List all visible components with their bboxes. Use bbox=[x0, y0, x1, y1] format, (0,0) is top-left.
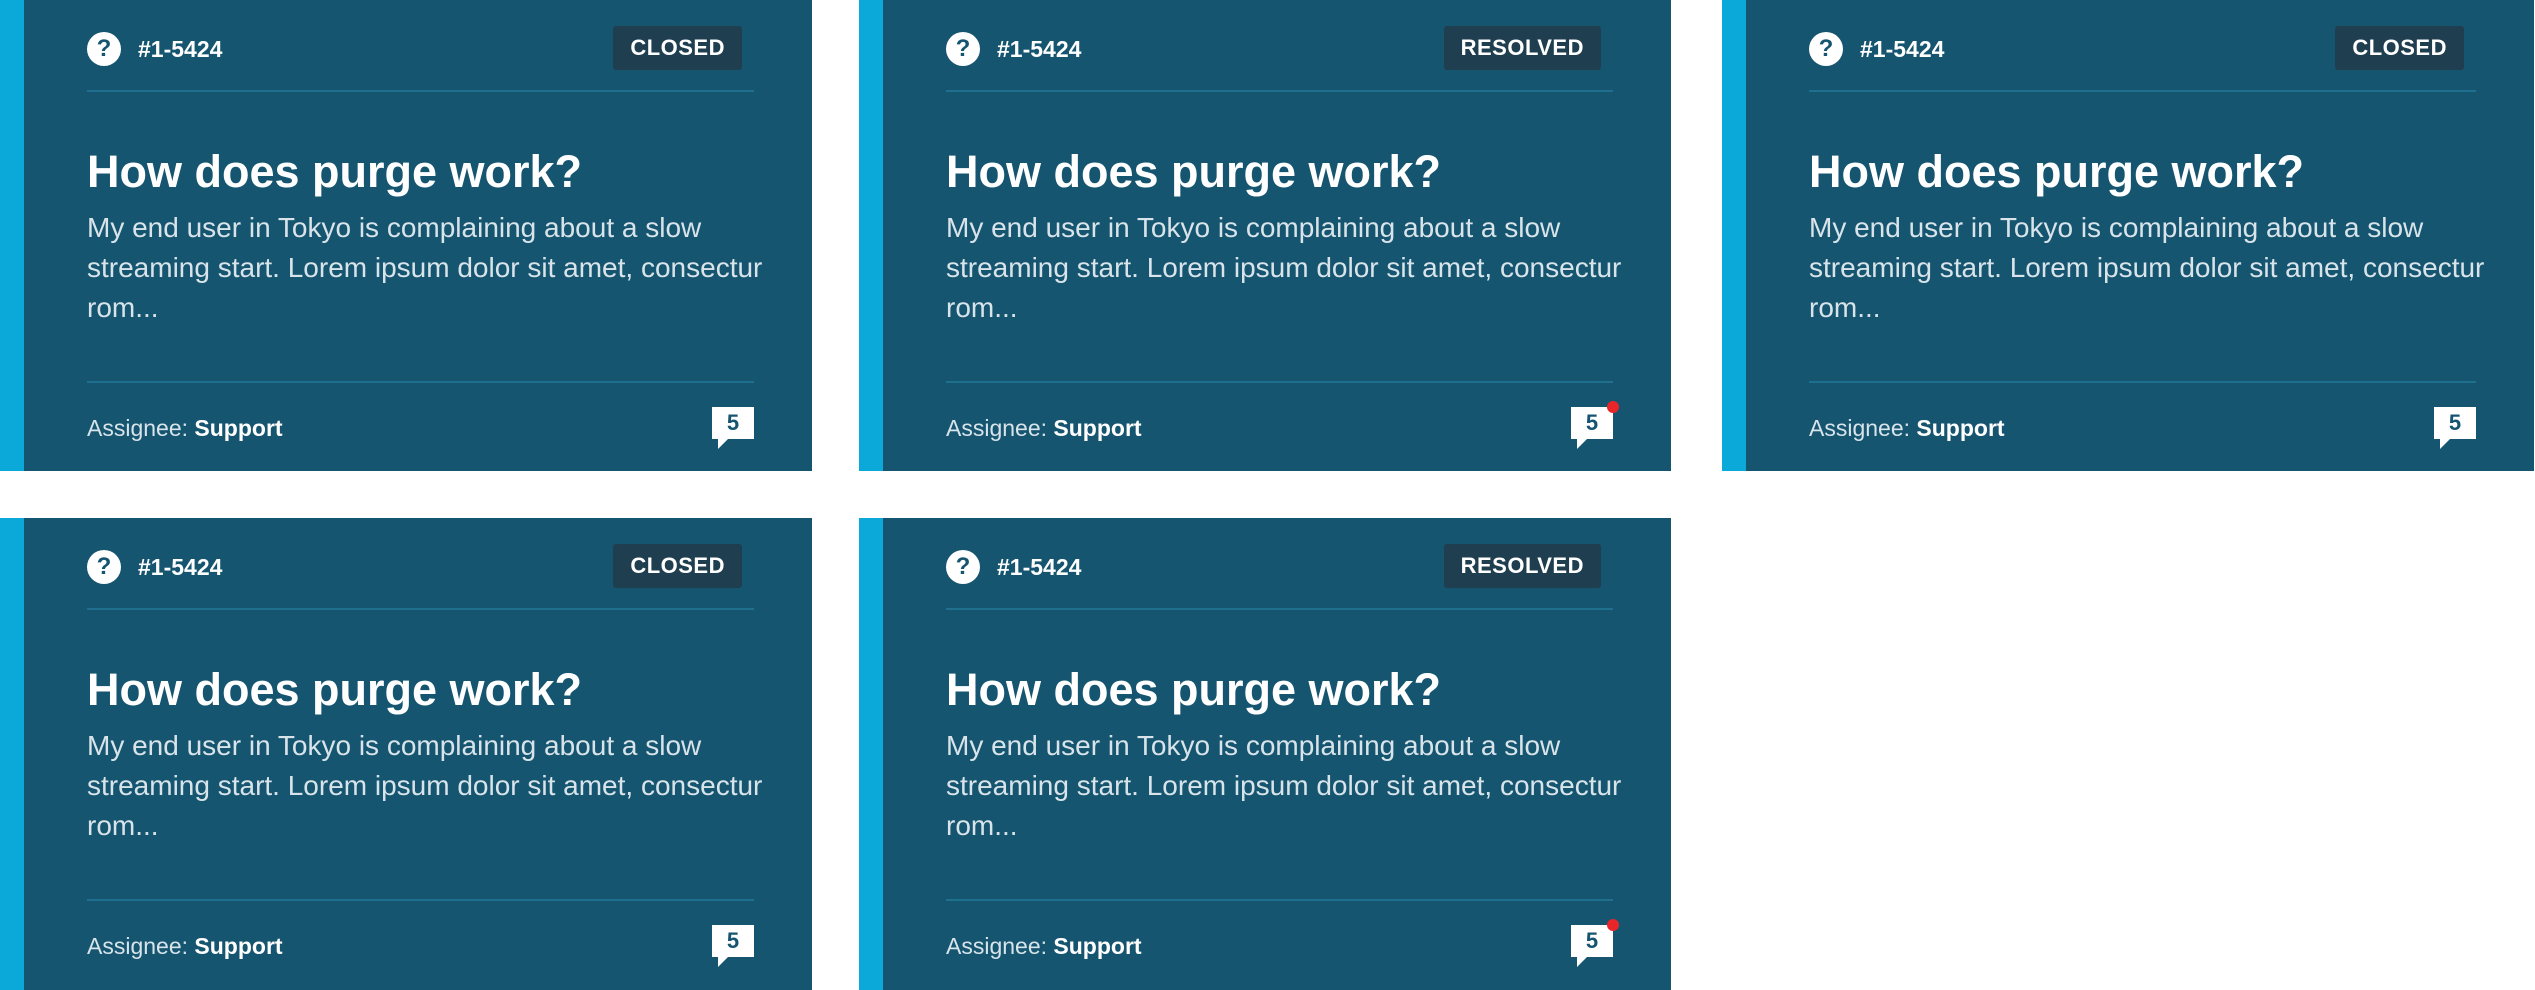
card-footer: Assignee: Support 5 bbox=[87, 381, 754, 471]
ticket-title[interactable]: How does purge work? bbox=[1809, 144, 2494, 200]
comment-bubble-icon[interactable]: 5 bbox=[712, 925, 754, 967]
ticket-description: My end user in Tokyo is complaining abou… bbox=[87, 730, 763, 841]
ticket-card-grid: ? #1-5424 CLOSED How does purge work? My… bbox=[0, 0, 2535, 990]
assignee-label: Assignee: bbox=[87, 415, 189, 441]
status-badge: RESOLVED bbox=[1443, 26, 1601, 70]
assignee-label: Assignee: bbox=[946, 933, 1048, 959]
ticket-id[interactable]: #1-5424 bbox=[138, 34, 222, 64]
ticket-title[interactable]: How does purge work? bbox=[946, 144, 1631, 200]
unread-dot-icon bbox=[1607, 401, 1619, 413]
assignee-label: Assignee: bbox=[946, 415, 1048, 441]
ticket-title[interactable]: How does purge work? bbox=[87, 144, 772, 200]
ticket-id[interactable]: #1-5424 bbox=[1860, 34, 1944, 64]
ticket-card[interactable]: ? #1-5424 RESOLVED How does purge work? … bbox=[859, 0, 1671, 471]
unread-dot-icon bbox=[1607, 919, 1619, 931]
question-circle-icon: ? bbox=[87, 550, 121, 584]
comment-count: 5 bbox=[726, 928, 740, 953]
card-accent-bar bbox=[859, 0, 883, 471]
ticket-description: My end user in Tokyo is complaining abou… bbox=[946, 212, 1622, 323]
assignee: Assignee: Support bbox=[946, 931, 1142, 961]
ticket-card[interactable]: ? #1-5424 CLOSED How does purge work? My… bbox=[0, 518, 812, 990]
status-badge: CLOSED bbox=[2335, 26, 2464, 70]
status-badge: CLOSED bbox=[613, 26, 742, 70]
card-footer: Assignee: Support 5 bbox=[946, 381, 1619, 471]
assignee-name: Support bbox=[194, 415, 283, 441]
card-accent-bar bbox=[859, 518, 883, 990]
comment-bubble-icon[interactable]: 5 bbox=[1571, 401, 1619, 449]
ticket-card[interactable]: ? #1-5424 CLOSED How does purge work? My… bbox=[0, 0, 812, 471]
card-accent-bar bbox=[0, 518, 24, 990]
comment-count: 5 bbox=[1585, 928, 1599, 953]
assignee-name: Support bbox=[1053, 415, 1142, 441]
assignee: Assignee: Support bbox=[946, 413, 1142, 443]
status-badge: CLOSED bbox=[613, 544, 742, 588]
ticket-card[interactable]: ? #1-5424 RESOLVED How does purge work? … bbox=[859, 518, 1671, 990]
ticket-id[interactable]: #1-5424 bbox=[997, 34, 1081, 64]
ticket-title[interactable]: How does purge work? bbox=[946, 662, 1631, 718]
ticket-description: My end user in Tokyo is complaining abou… bbox=[1809, 212, 2485, 323]
comment-bubble-tail bbox=[718, 957, 728, 967]
comment-count: 5 bbox=[726, 410, 740, 435]
question-circle-icon: ? bbox=[946, 550, 980, 584]
assignee-name: Support bbox=[1053, 933, 1142, 959]
question-circle-icon: ? bbox=[87, 32, 121, 66]
card-header: ? #1-5424 RESOLVED bbox=[946, 518, 1613, 610]
ticket-description: My end user in Tokyo is complaining abou… bbox=[87, 212, 763, 323]
ticket-id[interactable]: #1-5424 bbox=[997, 552, 1081, 582]
assignee: Assignee: Support bbox=[1809, 413, 2005, 443]
card-header: ? #1-5424 CLOSED bbox=[87, 0, 754, 92]
assignee-label: Assignee: bbox=[1809, 415, 1911, 441]
comment-count: 5 bbox=[1585, 410, 1599, 435]
ticket-card[interactable]: ? #1-5424 CLOSED How does purge work? My… bbox=[1722, 0, 2534, 471]
assignee-name: Support bbox=[1916, 415, 2005, 441]
card-header: ? #1-5424 RESOLVED bbox=[946, 0, 1613, 92]
comment-count: 5 bbox=[2448, 410, 2462, 435]
card-accent-bar bbox=[1722, 0, 1746, 471]
card-footer: Assignee: Support 5 bbox=[87, 899, 754, 990]
comment-bubble-tail bbox=[2440, 439, 2450, 449]
assignee: Assignee: Support bbox=[87, 931, 283, 961]
comment-bubble-icon[interactable]: 5 bbox=[1571, 919, 1619, 967]
status-badge: RESOLVED bbox=[1443, 544, 1601, 588]
question-circle-icon: ? bbox=[946, 32, 980, 66]
assignee-name: Support bbox=[194, 933, 283, 959]
ticket-description: My end user in Tokyo is complaining abou… bbox=[946, 730, 1622, 841]
card-header: ? #1-5424 CLOSED bbox=[87, 518, 754, 610]
ticket-id[interactable]: #1-5424 bbox=[138, 552, 222, 582]
assignee-label: Assignee: bbox=[87, 933, 189, 959]
comment-bubble-icon[interactable]: 5 bbox=[712, 407, 754, 449]
card-footer: Assignee: Support 5 bbox=[946, 899, 1619, 990]
ticket-title[interactable]: How does purge work? bbox=[87, 662, 772, 718]
card-footer: Assignee: Support 5 bbox=[1809, 381, 2476, 471]
comment-bubble-tail bbox=[1577, 957, 1587, 967]
comment-bubble-icon[interactable]: 5 bbox=[2434, 407, 2476, 449]
comment-bubble-tail bbox=[1577, 439, 1587, 449]
comment-bubble-tail bbox=[718, 439, 728, 449]
card-accent-bar bbox=[0, 0, 24, 471]
assignee: Assignee: Support bbox=[87, 413, 283, 443]
question-circle-icon: ? bbox=[1809, 32, 1843, 66]
card-header: ? #1-5424 CLOSED bbox=[1809, 0, 2476, 92]
